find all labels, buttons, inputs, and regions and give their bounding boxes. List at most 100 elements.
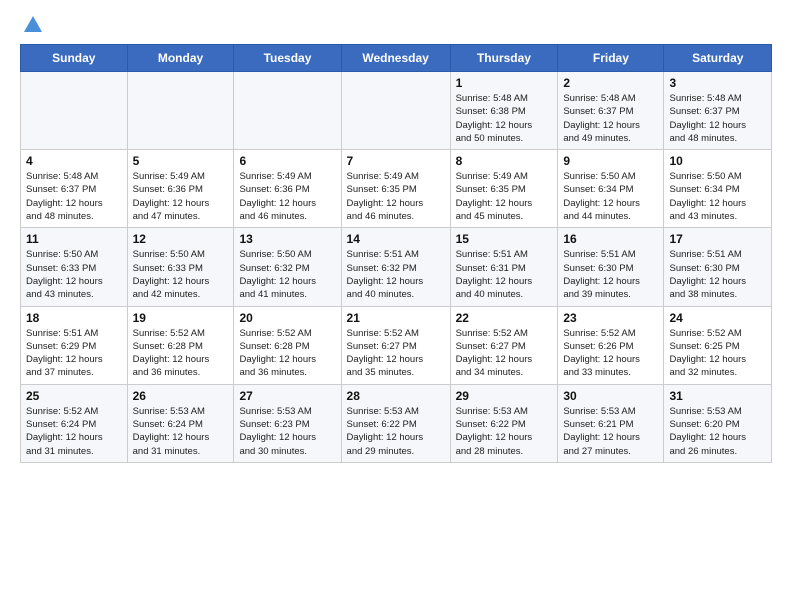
day-info: Sunrise: 5:52 AM Sunset: 6:26 PM Dayligh… — [563, 327, 658, 380]
day-info: Sunrise: 5:49 AM Sunset: 6:36 PM Dayligh… — [239, 170, 335, 223]
day-info: Sunrise: 5:53 AM Sunset: 6:24 PM Dayligh… — [133, 405, 229, 458]
day-info: Sunrise: 5:51 AM Sunset: 6:29 PM Dayligh… — [26, 327, 122, 380]
calendar-cell: 3 Sunrise: 5:48 AM Sunset: 6:37 PM Daylig… — [664, 72, 772, 150]
calendar-cell: 25 Sunrise: 5:52 AM Sunset: 6:24 PM Dayli… — [21, 384, 128, 462]
day-info: Sunrise: 5:53 AM Sunset: 6:20 PM Dayligh… — [669, 405, 766, 458]
day-info: Sunrise: 5:52 AM Sunset: 6:27 PM Dayligh… — [456, 327, 553, 380]
day-number: 10 — [669, 154, 766, 168]
day-info: Sunrise: 5:49 AM Sunset: 6:35 PM Dayligh… — [347, 170, 445, 223]
calendar-cell: 16 Sunrise: 5:51 AM Sunset: 6:30 PM Dayli… — [558, 228, 664, 306]
calendar-cell: 13 Sunrise: 5:50 AM Sunset: 6:32 PM Dayli… — [234, 228, 341, 306]
day-info: Sunrise: 5:51 AM Sunset: 6:32 PM Dayligh… — [347, 248, 445, 301]
calendar-cell: 5 Sunrise: 5:49 AM Sunset: 6:36 PM Daylig… — [127, 150, 234, 228]
day-info: Sunrise: 5:49 AM Sunset: 6:35 PM Dayligh… — [456, 170, 553, 223]
day-number: 1 — [456, 76, 553, 90]
day-info: Sunrise: 5:48 AM Sunset: 6:37 PM Dayligh… — [563, 92, 658, 145]
day-number: 4 — [26, 154, 122, 168]
day-info: Sunrise: 5:51 AM Sunset: 6:30 PM Dayligh… — [563, 248, 658, 301]
calendar-cell: 18 Sunrise: 5:51 AM Sunset: 6:29 PM Dayli… — [21, 306, 128, 384]
calendar-table: SundayMondayTuesdayWednesdayThursdayFrid… — [20, 44, 772, 463]
day-number: 15 — [456, 232, 553, 246]
day-number: 21 — [347, 311, 445, 325]
calendar-cell: 28 Sunrise: 5:53 AM Sunset: 6:22 PM Dayli… — [341, 384, 450, 462]
logo-icon — [22, 14, 44, 36]
day-number: 12 — [133, 232, 229, 246]
calendar-cell: 20 Sunrise: 5:52 AM Sunset: 6:28 PM Dayli… — [234, 306, 341, 384]
day-number: 19 — [133, 311, 229, 325]
day-number: 9 — [563, 154, 658, 168]
calendar-cell: 2 Sunrise: 5:48 AM Sunset: 6:37 PM Daylig… — [558, 72, 664, 150]
day-header-tuesday: Tuesday — [234, 45, 341, 72]
day-info: Sunrise: 5:50 AM Sunset: 6:34 PM Dayligh… — [669, 170, 766, 223]
calendar-cell: 9 Sunrise: 5:50 AM Sunset: 6:34 PM Daylig… — [558, 150, 664, 228]
day-number: 29 — [456, 389, 553, 403]
day-number: 14 — [347, 232, 445, 246]
day-number: 20 — [239, 311, 335, 325]
calendar-cell: 8Sunrise: 5:49 AM Sunset: 6:35 PM Daylig… — [450, 150, 558, 228]
day-header-sunday: Sunday — [21, 45, 128, 72]
calendar-cell: 6 Sunrise: 5:49 AM Sunset: 6:36 PM Daylig… — [234, 150, 341, 228]
day-number: 6 — [239, 154, 335, 168]
day-info: Sunrise: 5:49 AM Sunset: 6:36 PM Dayligh… — [133, 170, 229, 223]
day-info: Sunrise: 5:52 AM Sunset: 6:28 PM Dayligh… — [239, 327, 335, 380]
day-number: 3 — [669, 76, 766, 90]
calendar-cell: 10 Sunrise: 5:50 AM Sunset: 6:34 PM Dayli… — [664, 150, 772, 228]
week-row-4: 18 Sunrise: 5:51 AM Sunset: 6:29 PM Dayli… — [21, 306, 772, 384]
day-number: 17 — [669, 232, 766, 246]
day-number: 28 — [347, 389, 445, 403]
day-info: Sunrise: 5:52 AM Sunset: 6:27 PM Dayligh… — [347, 327, 445, 380]
calendar-cell: 15 Sunrise: 5:51 AM Sunset: 6:31 PM Dayli… — [450, 228, 558, 306]
day-number: 24 — [669, 311, 766, 325]
calendar-cell: 17Sunrise: 5:51 AM Sunset: 6:30 PM Dayli… — [664, 228, 772, 306]
day-header-monday: Monday — [127, 45, 234, 72]
week-row-3: 11 Sunrise: 5:50 AM Sunset: 6:33 PM Dayli… — [21, 228, 772, 306]
logo — [20, 16, 44, 36]
day-header-thursday: Thursday — [450, 45, 558, 72]
calendar-cell: 12 Sunrise: 5:50 AM Sunset: 6:33 PM Dayli… — [127, 228, 234, 306]
day-number: 5 — [133, 154, 229, 168]
calendar-cell: 29 Sunrise: 5:53 AM Sunset: 6:22 PM Dayli… — [450, 384, 558, 462]
calendar-cell — [21, 72, 128, 150]
day-number: 16 — [563, 232, 658, 246]
calendar-cell: 4 Sunrise: 5:48 AM Sunset: 6:37 PM Daylig… — [21, 150, 128, 228]
day-number: 7 — [347, 154, 445, 168]
calendar-cell: 7 Sunrise: 5:49 AM Sunset: 6:35 PM Daylig… — [341, 150, 450, 228]
day-number: 18 — [26, 311, 122, 325]
calendar-cell — [234, 72, 341, 150]
day-info: Sunrise: 5:48 AM Sunset: 6:37 PM Dayligh… — [669, 92, 766, 145]
day-header-wednesday: Wednesday — [341, 45, 450, 72]
day-number: 23 — [563, 311, 658, 325]
calendar-cell: 22 Sunrise: 5:52 AM Sunset: 6:27 PM Dayli… — [450, 306, 558, 384]
header-row: SundayMondayTuesdayWednesdayThursdayFrid… — [21, 45, 772, 72]
day-info: Sunrise: 5:50 AM Sunset: 6:32 PM Dayligh… — [239, 248, 335, 301]
day-info: Sunrise: 5:52 AM Sunset: 6:28 PM Dayligh… — [133, 327, 229, 380]
calendar-cell: 14 Sunrise: 5:51 AM Sunset: 6:32 PM Dayli… — [341, 228, 450, 306]
day-number: 26 — [133, 389, 229, 403]
calendar-cell: 21 Sunrise: 5:52 AM Sunset: 6:27 PM Dayli… — [341, 306, 450, 384]
day-info: Sunrise: 5:53 AM Sunset: 6:21 PM Dayligh… — [563, 405, 658, 458]
day-number: 11 — [26, 232, 122, 246]
day-info: Sunrise: 5:53 AM Sunset: 6:23 PM Dayligh… — [239, 405, 335, 458]
day-number: 31 — [669, 389, 766, 403]
day-info: Sunrise: 5:50 AM Sunset: 6:33 PM Dayligh… — [133, 248, 229, 301]
week-row-1: 1Sunrise: 5:48 AM Sunset: 6:38 PM Daylig… — [21, 72, 772, 150]
day-number: 2 — [563, 76, 658, 90]
calendar-cell: 27 Sunrise: 5:53 AM Sunset: 6:23 PM Dayli… — [234, 384, 341, 462]
day-info: Sunrise: 5:50 AM Sunset: 6:34 PM Dayligh… — [563, 170, 658, 223]
day-info: Sunrise: 5:52 AM Sunset: 6:24 PM Dayligh… — [26, 405, 122, 458]
calendar-cell: 19 Sunrise: 5:52 AM Sunset: 6:28 PM Dayli… — [127, 306, 234, 384]
day-info: Sunrise: 5:48 AM Sunset: 6:37 PM Dayligh… — [26, 170, 122, 223]
header — [20, 16, 772, 36]
calendar-cell — [341, 72, 450, 150]
day-info: Sunrise: 5:51 AM Sunset: 6:31 PM Dayligh… — [456, 248, 553, 301]
day-number: 27 — [239, 389, 335, 403]
day-info: Sunrise: 5:53 AM Sunset: 6:22 PM Dayligh… — [456, 405, 553, 458]
week-row-2: 4 Sunrise: 5:48 AM Sunset: 6:37 PM Daylig… — [21, 150, 772, 228]
calendar-cell: 24Sunrise: 5:52 AM Sunset: 6:25 PM Dayli… — [664, 306, 772, 384]
day-number: 22 — [456, 311, 553, 325]
day-header-saturday: Saturday — [664, 45, 772, 72]
week-row-5: 25 Sunrise: 5:52 AM Sunset: 6:24 PM Dayli… — [21, 384, 772, 462]
day-number: 13 — [239, 232, 335, 246]
day-info: Sunrise: 5:53 AM Sunset: 6:22 PM Dayligh… — [347, 405, 445, 458]
day-number: 25 — [26, 389, 122, 403]
